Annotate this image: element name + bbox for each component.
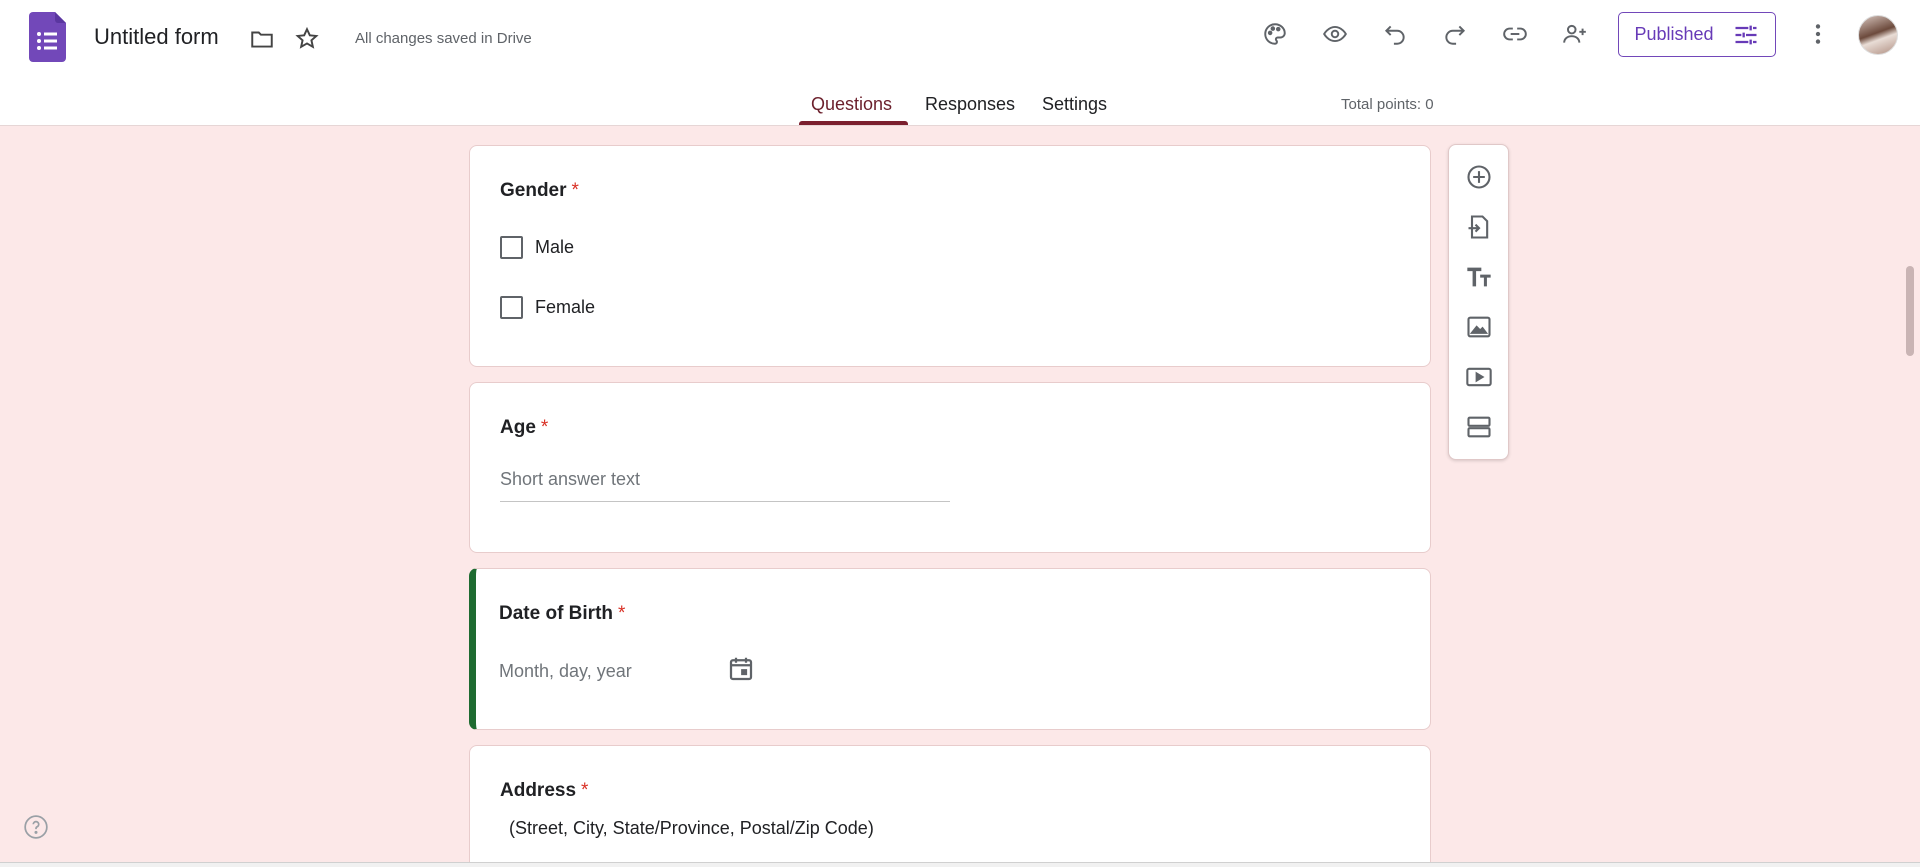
option-female[interactable]: Female (500, 296, 595, 319)
import-questions-icon[interactable] (1457, 205, 1501, 249)
palette-icon[interactable] (1253, 12, 1297, 56)
add-section-icon[interactable] (1457, 405, 1501, 449)
scrollbar[interactable] (1906, 266, 1914, 356)
option-label: Female (535, 297, 596, 317)
side-toolbar (1448, 144, 1509, 460)
question-title-text: Address (500, 780, 577, 801)
published-button[interactable]: Published (1618, 12, 1776, 57)
add-question-icon[interactable] (1457, 155, 1501, 199)
tab-questions[interactable]: Questions (811, 94, 892, 115)
date-field[interactable]: Month, day, year (499, 661, 632, 682)
question-title-text: Date of Birth (499, 603, 613, 624)
question-card-gender[interactable]: Gender * Male Female (469, 145, 1431, 367)
folder-icon[interactable] (240, 17, 284, 61)
required-asterisk: * (571, 180, 579, 201)
link-icon[interactable] (1493, 12, 1537, 56)
tab-bar: Questions Responses Settings Total point… (0, 90, 1920, 126)
calendar-icon[interactable] (726, 654, 756, 684)
add-video-icon[interactable] (1457, 355, 1501, 399)
short-answer-field[interactable]: Short answer text (500, 469, 950, 502)
question-title: Address * (500, 780, 588, 802)
add-collaborator-icon[interactable] (1553, 12, 1597, 56)
save-status: All changes saved in Drive (355, 30, 532, 47)
more-vert-icon[interactable] (1796, 12, 1840, 56)
star-icon[interactable] (285, 17, 329, 61)
forms-logo-icon[interactable] (29, 12, 66, 62)
total-points: Total points: 0 (1341, 96, 1434, 113)
undo-icon[interactable] (1373, 12, 1417, 56)
customize-icon (1735, 25, 1757, 44)
question-card-date-of-birth[interactable]: Date of Birth * Month, day, year (469, 568, 1431, 730)
question-title: Date of Birth * (499, 603, 625, 625)
active-tab-indicator (799, 121, 908, 125)
question-title-text: Age (500, 417, 536, 438)
tab-responses[interactable]: Responses (925, 94, 1015, 115)
question-card-address[interactable]: Address * (Street, City, State/Province, … (469, 745, 1431, 867)
option-male[interactable]: Male (500, 236, 574, 259)
tab-settings[interactable]: Settings (1042, 94, 1107, 115)
required-asterisk: * (581, 780, 589, 801)
form-title[interactable]: Untitled form (94, 24, 219, 50)
published-label: Published (1634, 24, 1714, 44)
question-card-age[interactable]: Age * Short answer text (469, 382, 1431, 553)
preview-eye-icon[interactable] (1313, 12, 1357, 56)
required-asterisk: * (540, 417, 549, 438)
window-bottom-edge (0, 862, 1920, 867)
redo-icon[interactable] (1433, 12, 1477, 56)
question-title: Age * (500, 417, 548, 439)
checkbox[interactable] (500, 236, 523, 259)
help-icon[interactable] (23, 814, 49, 840)
option-label: Male (535, 237, 575, 257)
required-asterisk: * (618, 603, 626, 624)
avatar[interactable] (1858, 15, 1898, 55)
add-title-icon[interactable] (1457, 255, 1501, 299)
checkbox[interactable] (500, 296, 523, 319)
question-description: (Street, City, State/Province, Postal/Zi… (509, 818, 874, 838)
question-title-text: Gender (500, 180, 567, 201)
add-image-icon[interactable] (1457, 305, 1501, 349)
top-bar: Untitled form All changes saved in Drive… (0, 0, 1920, 126)
question-title: Gender * (500, 180, 579, 202)
